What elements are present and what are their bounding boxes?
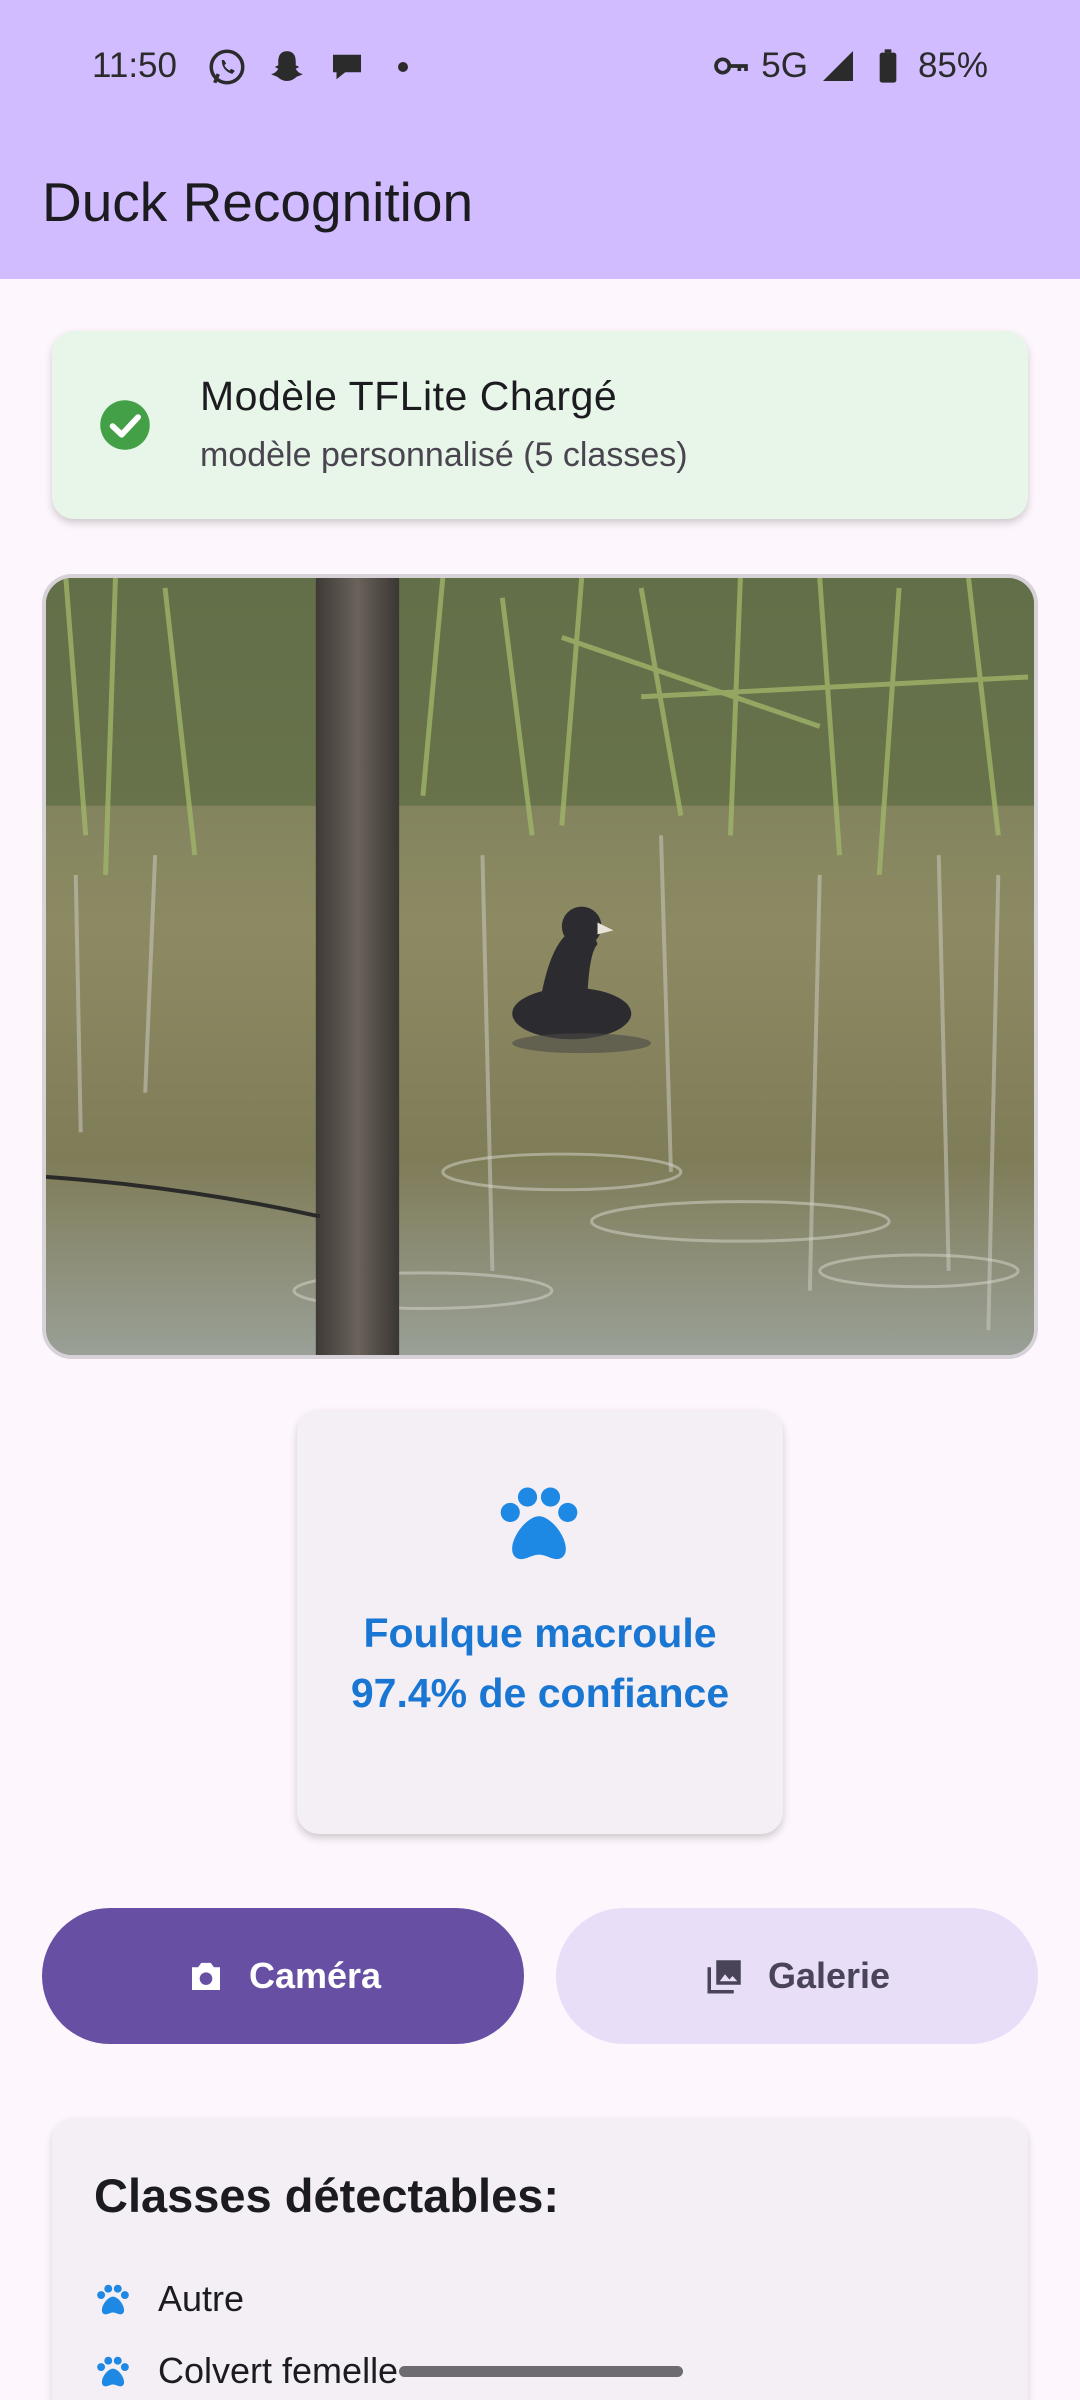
battery-level: 85%	[917, 46, 988, 85]
snapchat-icon	[271, 51, 303, 81]
model-status-subtitle: modèle personnalisé (5 classes)	[200, 436, 688, 474]
model-status-title: Modèle TFLite Chargé	[200, 373, 618, 419]
system-status: 5G 85%	[711, 46, 988, 86]
more-notifications-dot	[398, 62, 408, 72]
network-type: 5G	[761, 46, 808, 85]
signal-icon	[822, 51, 853, 81]
paw-icon	[500, 1487, 578, 1560]
chat-icon	[333, 54, 361, 80]
notification-icons	[206, 46, 408, 88]
selected-photo	[42, 574, 1038, 1359]
paw-icon	[97, 2356, 129, 2387]
class-label: Autre	[158, 2278, 245, 2319]
app-title: Duck Recognition	[42, 171, 474, 233]
check-circle-icon	[100, 400, 150, 450]
battery-icon	[879, 49, 897, 83]
gallery-button[interactable]: Galerie	[556, 1908, 1038, 2044]
top-app-bar: 11:50 5G 85% Duck Recognition	[0, 0, 1080, 279]
camera-button[interactable]: Caméra	[42, 1908, 524, 2044]
prediction-result-card: Foulque macroule 97.4% de confiance	[297, 1410, 783, 1834]
vpn-key-icon	[714, 57, 749, 75]
photo-image	[46, 578, 1034, 1355]
class-label: Colvert femelle	[158, 2350, 399, 2391]
gesture-navigation-bar[interactable]	[399, 2366, 683, 2377]
prediction-confidence: 97.4% de confiance	[350, 1670, 730, 1716]
status-time: 11:50	[92, 46, 177, 85]
camera-icon	[191, 1962, 220, 1990]
camera-button-label: Caméra	[248, 1955, 382, 1996]
gallery-button-label: Galerie	[767, 1955, 891, 1996]
photo-library-icon	[707, 1960, 741, 1994]
class-list-item: Colvert femelle	[94, 2350, 398, 2392]
paw-icon	[97, 2284, 129, 2315]
whatsapp-icon	[209, 49, 245, 85]
model-status-card: Modèle TFLite Chargé modèle personnalisé…	[52, 331, 1028, 519]
predicted-species: Foulque macroule	[363, 1610, 717, 1656]
class-list-item: Autre	[94, 2278, 244, 2320]
classes-title: Classes détectables:	[94, 2169, 560, 2222]
